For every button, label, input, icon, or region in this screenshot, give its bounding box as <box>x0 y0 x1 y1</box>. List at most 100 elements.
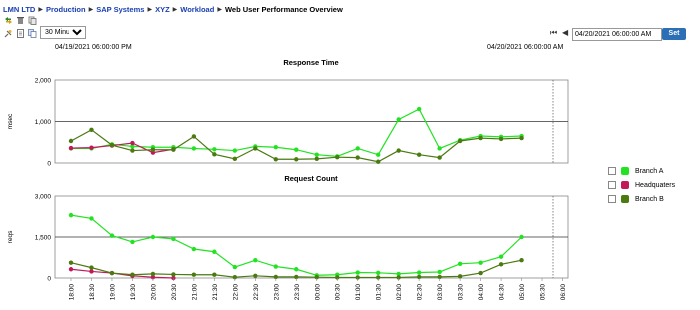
data-point <box>273 264 278 269</box>
data-point <box>519 135 524 141</box>
data-point <box>150 234 156 240</box>
y-tick-label: 1,000 <box>35 119 52 126</box>
x-tick-label: 23:30 <box>294 284 301 301</box>
data-point <box>68 260 74 265</box>
data-point <box>498 136 504 142</box>
x-tick-label: 05:00 <box>519 284 526 301</box>
data-point <box>109 142 115 148</box>
data-point <box>273 145 278 150</box>
data-point <box>89 216 94 221</box>
data-point <box>191 272 197 277</box>
data-point <box>294 147 299 152</box>
data-point <box>89 265 94 270</box>
x-tick-label: 04:00 <box>478 284 485 301</box>
data-point <box>68 145 74 151</box>
data-point <box>416 106 422 112</box>
data-point <box>212 147 217 152</box>
data-point <box>130 272 135 277</box>
data-point <box>396 148 401 153</box>
legend-swatch <box>621 181 629 189</box>
legend-label: Branch A <box>635 167 664 175</box>
legend-swatch <box>621 195 629 203</box>
x-tick-label: 01:30 <box>376 284 383 301</box>
chart-title: Request Count <box>284 174 338 183</box>
data-point <box>519 234 524 240</box>
y-tick-label: 2,000 <box>35 78 52 85</box>
x-tick-label: 22:00 <box>232 284 239 301</box>
data-point <box>253 273 258 279</box>
data-point <box>457 138 463 144</box>
legend-item-headquaters[interactable]: Headquaters <box>608 179 675 191</box>
data-point <box>478 260 483 265</box>
x-tick-label: 06:00 <box>560 284 567 301</box>
legend-item-branch-a[interactable]: Branch A <box>608 165 675 177</box>
legend-label: Headquaters <box>635 181 676 189</box>
data-point <box>109 233 115 238</box>
data-point <box>478 270 483 276</box>
series-line-branch-a <box>70 214 522 276</box>
data-point <box>457 261 463 266</box>
data-point <box>519 258 524 263</box>
x-tick-label: 19:00 <box>109 284 116 301</box>
data-point <box>376 159 381 164</box>
data-point <box>150 271 156 277</box>
legend-item-branch-b[interactable]: Branch B <box>608 193 675 205</box>
data-point <box>253 146 258 151</box>
data-point <box>130 148 135 153</box>
data-point <box>232 264 238 270</box>
data-point <box>171 147 176 152</box>
y-axis-label: msec <box>7 113 14 129</box>
data-point <box>68 138 74 144</box>
data-point <box>416 270 422 275</box>
data-point <box>171 236 176 242</box>
data-point <box>89 127 94 132</box>
data-point <box>232 156 238 162</box>
x-tick-label: 20:00 <box>150 284 157 301</box>
data-point <box>130 239 135 245</box>
legend-checkbox[interactable] <box>608 167 616 175</box>
data-point <box>191 146 197 151</box>
y-tick-label: 0 <box>47 276 51 283</box>
x-tick-label: 21:00 <box>191 284 198 301</box>
data-point <box>437 146 442 151</box>
data-point <box>294 157 299 162</box>
legend-checkbox[interactable] <box>608 195 616 203</box>
data-point <box>437 269 442 275</box>
data-point <box>498 262 504 267</box>
x-tick-label: 20:30 <box>171 284 178 301</box>
x-tick-label: 03:00 <box>437 284 444 301</box>
data-point <box>89 145 94 150</box>
legend-checkbox[interactable] <box>608 181 616 189</box>
data-point <box>355 146 360 151</box>
data-point <box>437 155 442 160</box>
data-point <box>396 117 401 122</box>
data-point <box>212 249 217 254</box>
data-point <box>212 152 217 157</box>
data-point <box>171 272 176 277</box>
x-tick-label: 02:30 <box>417 284 424 301</box>
legend-label: Branch B <box>635 195 664 203</box>
legend-swatch <box>621 167 629 175</box>
x-tick-label: 19:30 <box>130 284 137 301</box>
x-tick-label: 00:00 <box>314 284 321 301</box>
x-tick-label: 23:00 <box>273 284 280 301</box>
x-tick-label: 00:30 <box>335 284 342 301</box>
data-point <box>294 267 299 272</box>
data-point <box>191 246 197 252</box>
x-tick-label: 01:00 <box>355 284 362 301</box>
data-point <box>191 134 197 139</box>
x-tick-label: 04:30 <box>499 284 506 301</box>
data-point <box>376 152 381 157</box>
data-point <box>314 152 319 157</box>
x-tick-label: 21:30 <box>212 284 219 301</box>
data-point <box>457 274 463 279</box>
data-point <box>498 254 504 259</box>
legend: Branch A Headquaters Branch B <box>608 165 675 207</box>
y-tick-label: 0 <box>47 161 51 168</box>
x-tick-label: 22:30 <box>253 284 260 301</box>
x-tick-label: 02:00 <box>396 284 403 301</box>
data-point <box>314 156 319 162</box>
data-point <box>212 272 217 277</box>
data-point <box>130 140 135 146</box>
y-tick-label: 1,500 <box>35 235 52 242</box>
